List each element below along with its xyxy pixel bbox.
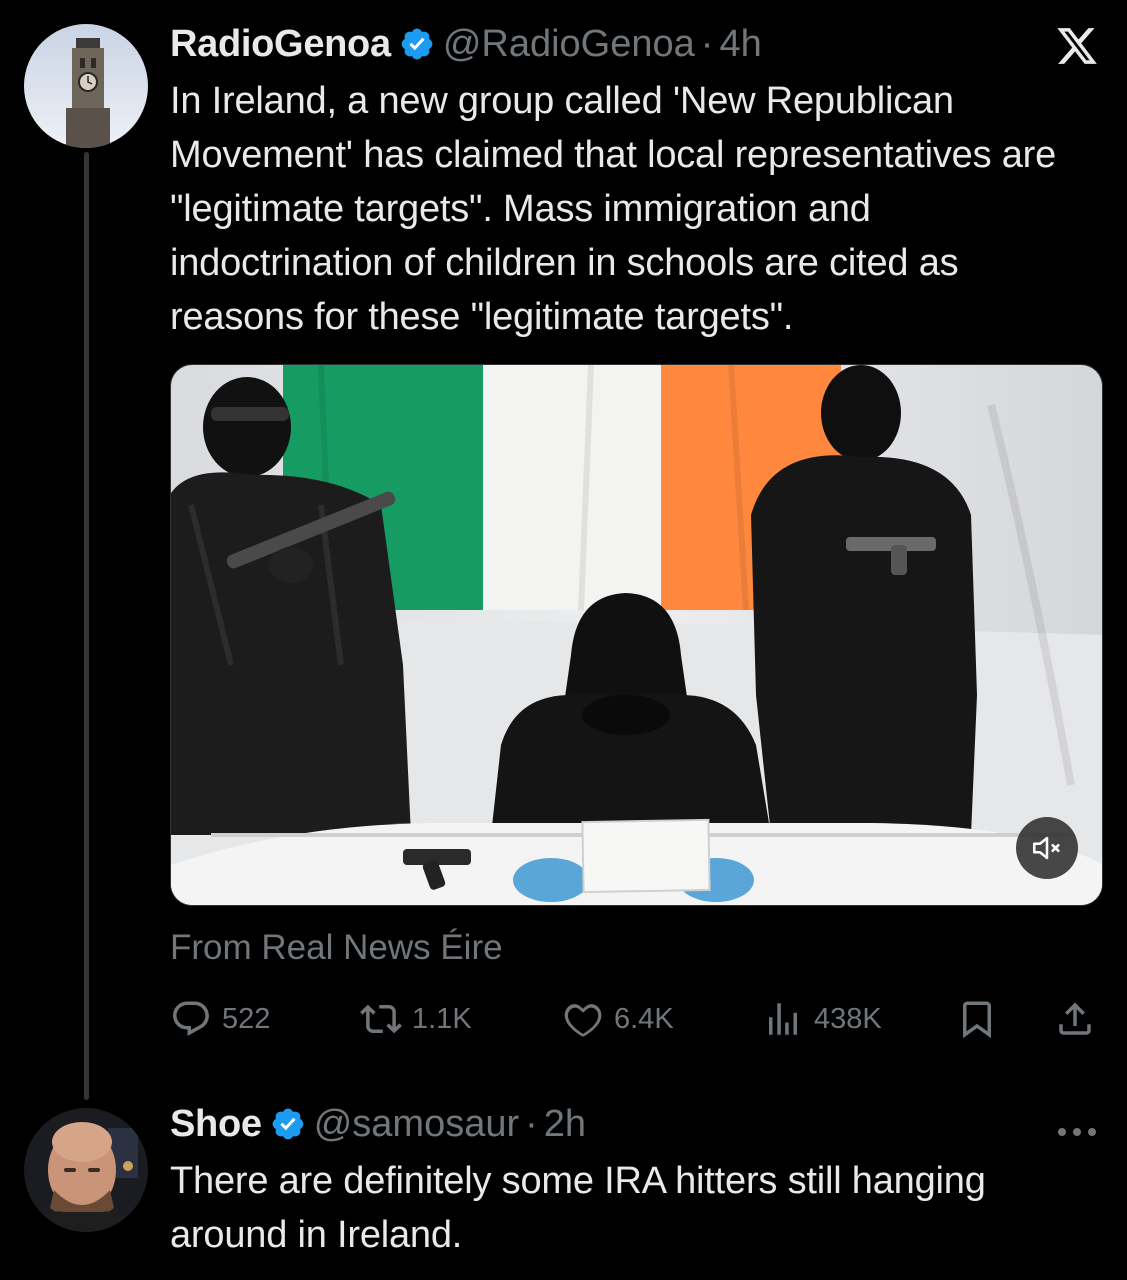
- media-attribution[interactable]: From Real News Éire: [170, 928, 503, 968]
- display-name[interactable]: Shoe: [170, 1103, 262, 1146]
- share-icon: [1059, 1002, 1091, 1035]
- like-button[interactable]: 6.4K: [562, 994, 674, 1044]
- heart-icon: [564, 1004, 602, 1037]
- tweet-text: In Ireland, a new group called 'New Repu…: [170, 80, 1057, 338]
- tweet-shoe[interactable]: Shoe @samosaur · 2h There are definitely…: [170, 1100, 1099, 1262]
- bookmark-button[interactable]: [956, 994, 998, 1044]
- repost-icon: [360, 1004, 402, 1034]
- repost-count: 1.1K: [412, 1002, 472, 1035]
- x-logo-icon[interactable]: [1055, 24, 1099, 68]
- more-icon[interactable]: [1057, 1124, 1097, 1136]
- avatar-shoe[interactable]: [24, 1108, 148, 1232]
- display-name[interactable]: RadioGenoa: [170, 23, 391, 66]
- separator-dot: ·: [525, 1102, 538, 1145]
- mute-button[interactable]: [1016, 817, 1078, 879]
- repost-button[interactable]: 1.1K: [360, 994, 472, 1044]
- timestamp[interactable]: 2h: [544, 1103, 586, 1146]
- tweet-header: RadioGenoa @RadioGenoa · 4h: [170, 20, 1099, 68]
- tweet-action-bar: 522 1.1K 6.4K 438K: [170, 994, 1100, 1044]
- thread-connector-line: [84, 152, 89, 1100]
- views-button[interactable]: 438K: [762, 994, 882, 1044]
- tweet-text: There are definitely some IRA hitters st…: [170, 1160, 986, 1256]
- reply-icon: [173, 1001, 209, 1036]
- speaker-muted-icon: [1032, 836, 1060, 860]
- bookmark-icon: [963, 1001, 991, 1039]
- user-handle[interactable]: @samosaur: [314, 1103, 519, 1146]
- tweet-video[interactable]: [170, 364, 1103, 906]
- avatar-radiogenoa[interactable]: [24, 24, 148, 148]
- views-count: 438K: [814, 1002, 882, 1035]
- reply-button[interactable]: 522: [170, 994, 270, 1044]
- views-icon: [769, 1003, 797, 1035]
- paper-statement: [581, 818, 711, 894]
- share-button[interactable]: [1054, 994, 1096, 1044]
- verified-badge-icon: [399, 26, 435, 62]
- timestamp[interactable]: 4h: [719, 23, 761, 66]
- verified-badge-icon: [270, 1106, 306, 1142]
- user-handle[interactable]: @RadioGenoa: [443, 23, 695, 66]
- tweet-header: Shoe @samosaur · 2h: [170, 1100, 1099, 1148]
- like-count: 6.4K: [614, 1002, 674, 1035]
- reply-count: 522: [222, 1002, 271, 1035]
- tweet-radiogenoa[interactable]: RadioGenoa @RadioGenoa · 4h In Ireland, …: [170, 20, 1099, 344]
- left-glove: [513, 858, 589, 902]
- separator-dot: ·: [700, 22, 714, 65]
